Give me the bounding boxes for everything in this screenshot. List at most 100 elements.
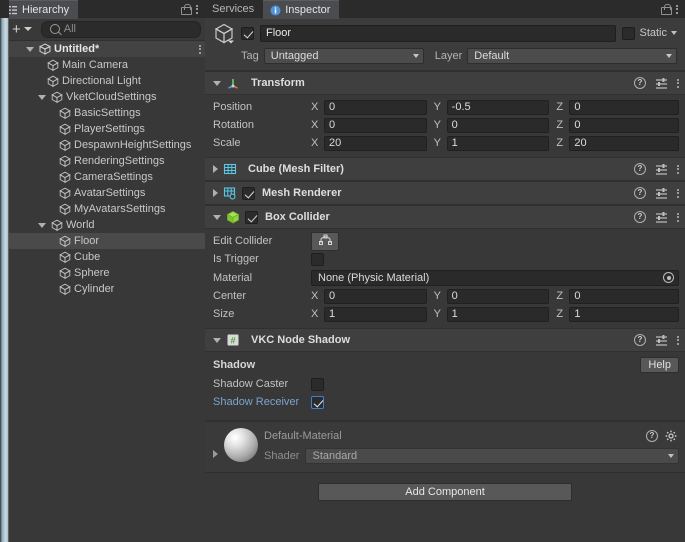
center-z[interactable]: Z0 xyxy=(556,289,679,304)
transform-scale-y[interactable]: Y1 xyxy=(434,136,557,151)
size-x[interactable]: X1 xyxy=(311,307,434,322)
transform-scale-x[interactable]: X20 xyxy=(311,136,434,151)
help-icon[interactable]: ? xyxy=(634,211,646,223)
kebab-menu-icon[interactable] xyxy=(677,211,679,223)
add-component-button[interactable]: Add Component xyxy=(318,483,572,501)
transform-scale-z-input[interactable]: 20 xyxy=(569,136,679,151)
transform-scale-z[interactable]: Z20 xyxy=(556,136,679,151)
object-picker-icon[interactable] xyxy=(663,272,674,283)
hierarchy-item-directional-light[interactable]: Directional Light xyxy=(0,73,205,89)
component-header-mesh-filter[interactable]: Cube (Mesh Filter) ? xyxy=(205,157,685,181)
component-header-transform[interactable]: Transform ? xyxy=(205,71,685,95)
transform-scale-y-input[interactable]: 1 xyxy=(447,136,550,151)
tab-inspector[interactable]: Inspector xyxy=(263,0,339,19)
kebab-menu-icon[interactable] xyxy=(677,163,679,175)
search-input[interactable]: All xyxy=(41,21,201,38)
hierarchy-item-cube[interactable]: Cube xyxy=(0,249,205,265)
tab-services[interactable]: Services xyxy=(205,0,263,18)
help-icon[interactable]: ? xyxy=(634,163,646,175)
scene-kebab-menu-icon[interactable] xyxy=(199,43,201,55)
chevron-down-icon[interactable] xyxy=(38,223,46,228)
transform-position-y[interactable]: Y-0.5 xyxy=(434,100,557,115)
chevron-down-icon[interactable] xyxy=(213,215,221,220)
transform-position-x[interactable]: X0 xyxy=(311,100,434,115)
transform-rotation-z[interactable]: Z0 xyxy=(556,118,679,133)
shadow-caster-checkbox[interactable] xyxy=(311,378,324,391)
help-icon[interactable]: ? xyxy=(634,187,646,199)
transform-position-y-input[interactable]: -0.5 xyxy=(447,100,550,115)
transform-position-x-input[interactable]: 0 xyxy=(324,100,427,115)
preset-icon[interactable] xyxy=(655,187,668,199)
help-icon[interactable]: ? xyxy=(634,334,646,346)
hierarchy-item-avatarsettings[interactable]: AvatarSettings xyxy=(0,185,205,201)
hierarchy-scene-row[interactable]: Untitled* xyxy=(0,41,205,57)
gameobject-name-input[interactable]: Floor xyxy=(260,25,616,42)
preset-icon[interactable] xyxy=(655,163,668,175)
transform-rotation-y-input[interactable]: 0 xyxy=(447,118,550,133)
lock-icon[interactable] xyxy=(661,4,670,15)
chevron-down-icon[interactable] xyxy=(671,31,677,35)
kebab-menu-icon[interactable] xyxy=(677,77,679,89)
center-x[interactable]: X0 xyxy=(311,289,434,304)
material-object-field[interactable]: None (Physic Material) xyxy=(311,270,679,286)
hierarchy-item-world[interactable]: World xyxy=(0,217,205,233)
box-collider-enabled-checkbox[interactable] xyxy=(245,211,258,224)
help-icon[interactable]: ? xyxy=(634,77,646,89)
transform-scale-x-input[interactable]: 20 xyxy=(324,136,427,151)
transform-position-z[interactable]: Z0 xyxy=(556,100,679,115)
hierarchy-item-renderingsettings[interactable]: RenderingSettings xyxy=(0,153,205,169)
center-y[interactable]: Y0 xyxy=(434,289,557,304)
hierarchy-item-despawnheightsettings[interactable]: DespawnHeightSettings xyxy=(0,137,205,153)
static-toggle-group[interactable]: Static xyxy=(622,27,677,40)
gear-icon[interactable] xyxy=(665,430,677,442)
chevron-right-icon[interactable] xyxy=(213,189,218,197)
create-button[interactable]: + xyxy=(10,21,34,37)
lock-icon[interactable] xyxy=(181,4,190,15)
shader-dropdown[interactable]: Standard xyxy=(305,448,679,464)
chevron-right-icon[interactable] xyxy=(213,165,218,173)
kebab-menu-icon[interactable] xyxy=(676,3,678,15)
hierarchy-tree[interactable]: Untitled* Main CameraDirectional LightVk… xyxy=(0,41,205,542)
transform-rotation-x-input[interactable]: 0 xyxy=(324,118,427,133)
center-x-input[interactable]: 0 xyxy=(324,289,427,304)
hierarchy-item-sphere[interactable]: Sphere xyxy=(0,265,205,281)
chevron-down-icon[interactable] xyxy=(213,81,221,86)
preset-icon[interactable] xyxy=(655,211,668,223)
shadow-receiver-checkbox[interactable] xyxy=(311,396,324,409)
edit-collider-button[interactable] xyxy=(311,232,339,251)
static-checkbox[interactable] xyxy=(622,27,635,40)
size-y-input[interactable]: 1 xyxy=(447,307,550,322)
help-icon[interactable]: ? xyxy=(646,430,658,442)
chevron-down-icon[interactable] xyxy=(26,47,34,52)
component-header-box-collider[interactable]: Box Collider ? xyxy=(205,205,685,229)
size-y[interactable]: Y1 xyxy=(434,307,557,322)
hierarchy-item-main-camera[interactable]: Main Camera xyxy=(0,57,205,73)
hierarchy-item-camerasettings[interactable]: CameraSettings xyxy=(0,169,205,185)
hierarchy-item-myavatarssettings[interactable]: MyAvatarsSettings xyxy=(0,201,205,217)
transform-rotation-y[interactable]: Y0 xyxy=(434,118,557,133)
size-x-input[interactable]: 1 xyxy=(324,307,427,322)
size-z[interactable]: Z1 xyxy=(556,307,679,322)
tab-hierarchy[interactable]: Hierarchy xyxy=(0,0,78,19)
transform-position-z-input[interactable]: 0 xyxy=(569,100,679,115)
chevron-down-icon[interactable] xyxy=(38,95,46,100)
size-z-input[interactable]: 1 xyxy=(569,307,679,322)
center-y-input[interactable]: 0 xyxy=(447,289,550,304)
layer-dropdown[interactable]: Default xyxy=(467,48,677,64)
kebab-menu-icon[interactable] xyxy=(677,334,679,346)
is-trigger-checkbox[interactable] xyxy=(311,253,324,266)
kebab-menu-icon[interactable] xyxy=(196,3,198,15)
transform-rotation-z-input[interactable]: 0 xyxy=(569,118,679,133)
mesh-renderer-enabled-checkbox[interactable] xyxy=(242,187,255,200)
chevron-down-icon[interactable] xyxy=(213,338,221,343)
chevron-right-icon[interactable] xyxy=(213,450,218,458)
hierarchy-item-playersettings[interactable]: PlayerSettings xyxy=(0,121,205,137)
component-header-mesh-renderer[interactable]: Mesh Renderer ? xyxy=(205,181,685,205)
gameobject-enabled-checkbox[interactable] xyxy=(241,27,254,40)
hierarchy-item-basicsettings[interactable]: BasicSettings xyxy=(0,105,205,121)
component-header-vkc-node-shadow[interactable]: # VKC Node Shadow ? xyxy=(205,328,685,352)
preset-icon[interactable] xyxy=(655,77,668,89)
center-z-input[interactable]: 0 xyxy=(569,289,679,304)
hierarchy-item-vketcloudsettings[interactable]: VketCloudSettings xyxy=(0,89,205,105)
kebab-menu-icon[interactable] xyxy=(677,187,679,199)
